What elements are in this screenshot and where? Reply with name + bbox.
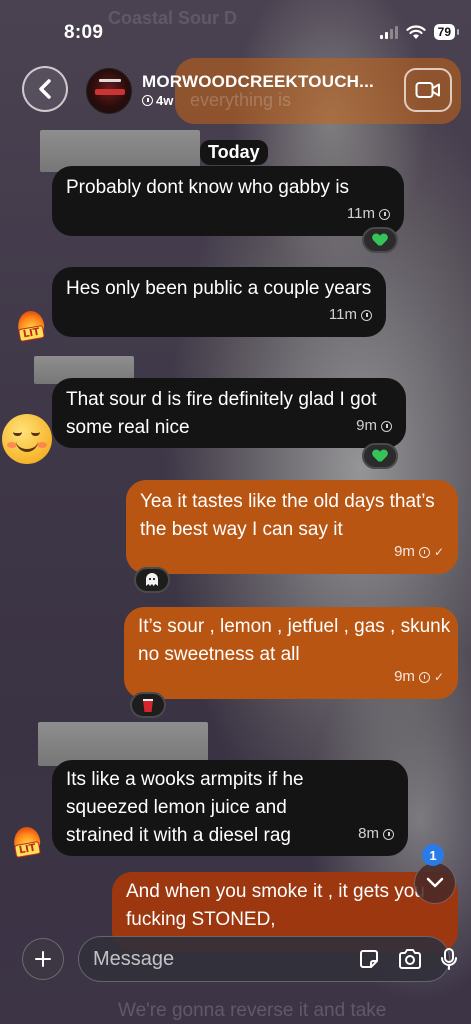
clock-icon — [383, 828, 394, 840]
message-text: Its like a wooks armpits if he squeezed … — [66, 769, 304, 846]
lit-sticker: LIT — [12, 302, 50, 343]
read-check-icon: ✓ — [433, 545, 444, 559]
reaction-red-cup[interactable] — [130, 692, 166, 718]
video-camera-icon — [415, 82, 440, 98]
message-bubble-received[interactable]: Probably dont know who gabby is 11m — [52, 166, 404, 236]
back-button[interactable] — [22, 66, 68, 112]
cellular-signal-icon — [379, 25, 398, 39]
message-text: Probably dont know who gabby is — [66, 177, 350, 198]
clock-icon — [379, 208, 390, 220]
wifi-icon — [406, 24, 426, 39]
message-bubble-sent[interactable]: Yea it tastes like the old days that’s t… — [126, 480, 458, 574]
message-composer — [78, 936, 457, 982]
message-input[interactable] — [93, 947, 358, 971]
lit-label-icon: LIT — [17, 324, 45, 343]
clock-icon — [418, 546, 430, 558]
status-indicators: 79 — [379, 24, 460, 40]
chat-username[interactable]: MORWOODCREEKTOUCH... — [142, 72, 374, 92]
status-time: 8:09 — [64, 22, 104, 43]
sticker-icon[interactable] — [358, 948, 380, 970]
background-message: everything is — [190, 90, 292, 110]
message-bubble-sent[interactable]: It’s sour , lemon , jetfuel , gas , skun… — [124, 607, 458, 699]
message-time: 8m — [358, 820, 394, 848]
green-heart-icon — [373, 450, 387, 463]
message-text: And when you smoke it , it gets you fuck… — [126, 881, 425, 930]
background-chat-title: Coastal Sour D — [108, 8, 238, 28]
ghost-icon — [146, 573, 158, 586]
blushing-smiley-icon — [2, 414, 52, 464]
avatar[interactable] — [86, 68, 132, 114]
last-seen-value: 4w — [156, 93, 174, 108]
clock-icon — [361, 309, 372, 321]
clock-icon — [418, 671, 430, 683]
reaction-green-heart[interactable] — [362, 443, 398, 469]
plus-icon — [35, 951, 51, 967]
scroll-to-bottom-button[interactable] — [414, 862, 456, 904]
lit-label-icon: LIT — [13, 840, 41, 859]
reaction-green-heart[interactable] — [362, 227, 398, 253]
unread-count-badge: 1 — [422, 844, 444, 866]
microphone-icon[interactable] — [440, 947, 458, 971]
message-text: Yea it tastes like the old days that’s t… — [140, 491, 435, 540]
video-call-button[interactable] — [404, 68, 452, 112]
battery-indicator: 79 — [433, 24, 460, 40]
add-attachment-button[interactable] — [22, 938, 64, 980]
message-time: 9m ✓ — [394, 663, 444, 691]
reaction-ghost[interactable] — [134, 567, 170, 593]
last-seen: 4w — [142, 93, 173, 108]
message-text: It’s sour , lemon , jetfuel , gas , skun… — [138, 616, 451, 665]
lit-sticker: LIT — [8, 818, 46, 859]
composer-actions — [358, 947, 458, 971]
date-separator: Today — [200, 140, 268, 165]
camera-icon[interactable] — [398, 948, 422, 970]
clock-icon — [142, 95, 153, 106]
message-time: 11m — [347, 200, 390, 228]
green-heart-icon — [373, 234, 387, 247]
message-text: That sour d is fire definitely glad I go… — [66, 389, 377, 438]
message-bubble-received[interactable]: Its like a wooks armpits if he squeezed … — [52, 760, 408, 856]
red-cup-icon — [143, 698, 153, 712]
message-time: 9m ✓ — [394, 538, 444, 566]
clock-icon — [381, 420, 392, 432]
message-bubble-received[interactable]: Hes only been public a couple years 11m — [52, 267, 386, 337]
chevron-down-icon — [426, 877, 444, 888]
message-time: 11m — [329, 301, 372, 329]
message-text: Hes only been public a couple years — [66, 278, 372, 299]
read-check-icon: ✓ — [433, 670, 444, 684]
chevron-left-icon — [39, 79, 51, 99]
message-bubble-received[interactable]: That sour d is fire definitely glad I go… — [52, 378, 406, 448]
message-time: 9m — [356, 412, 392, 440]
background-bottom-text: We're gonna reverse it and take — [118, 1000, 387, 1021]
